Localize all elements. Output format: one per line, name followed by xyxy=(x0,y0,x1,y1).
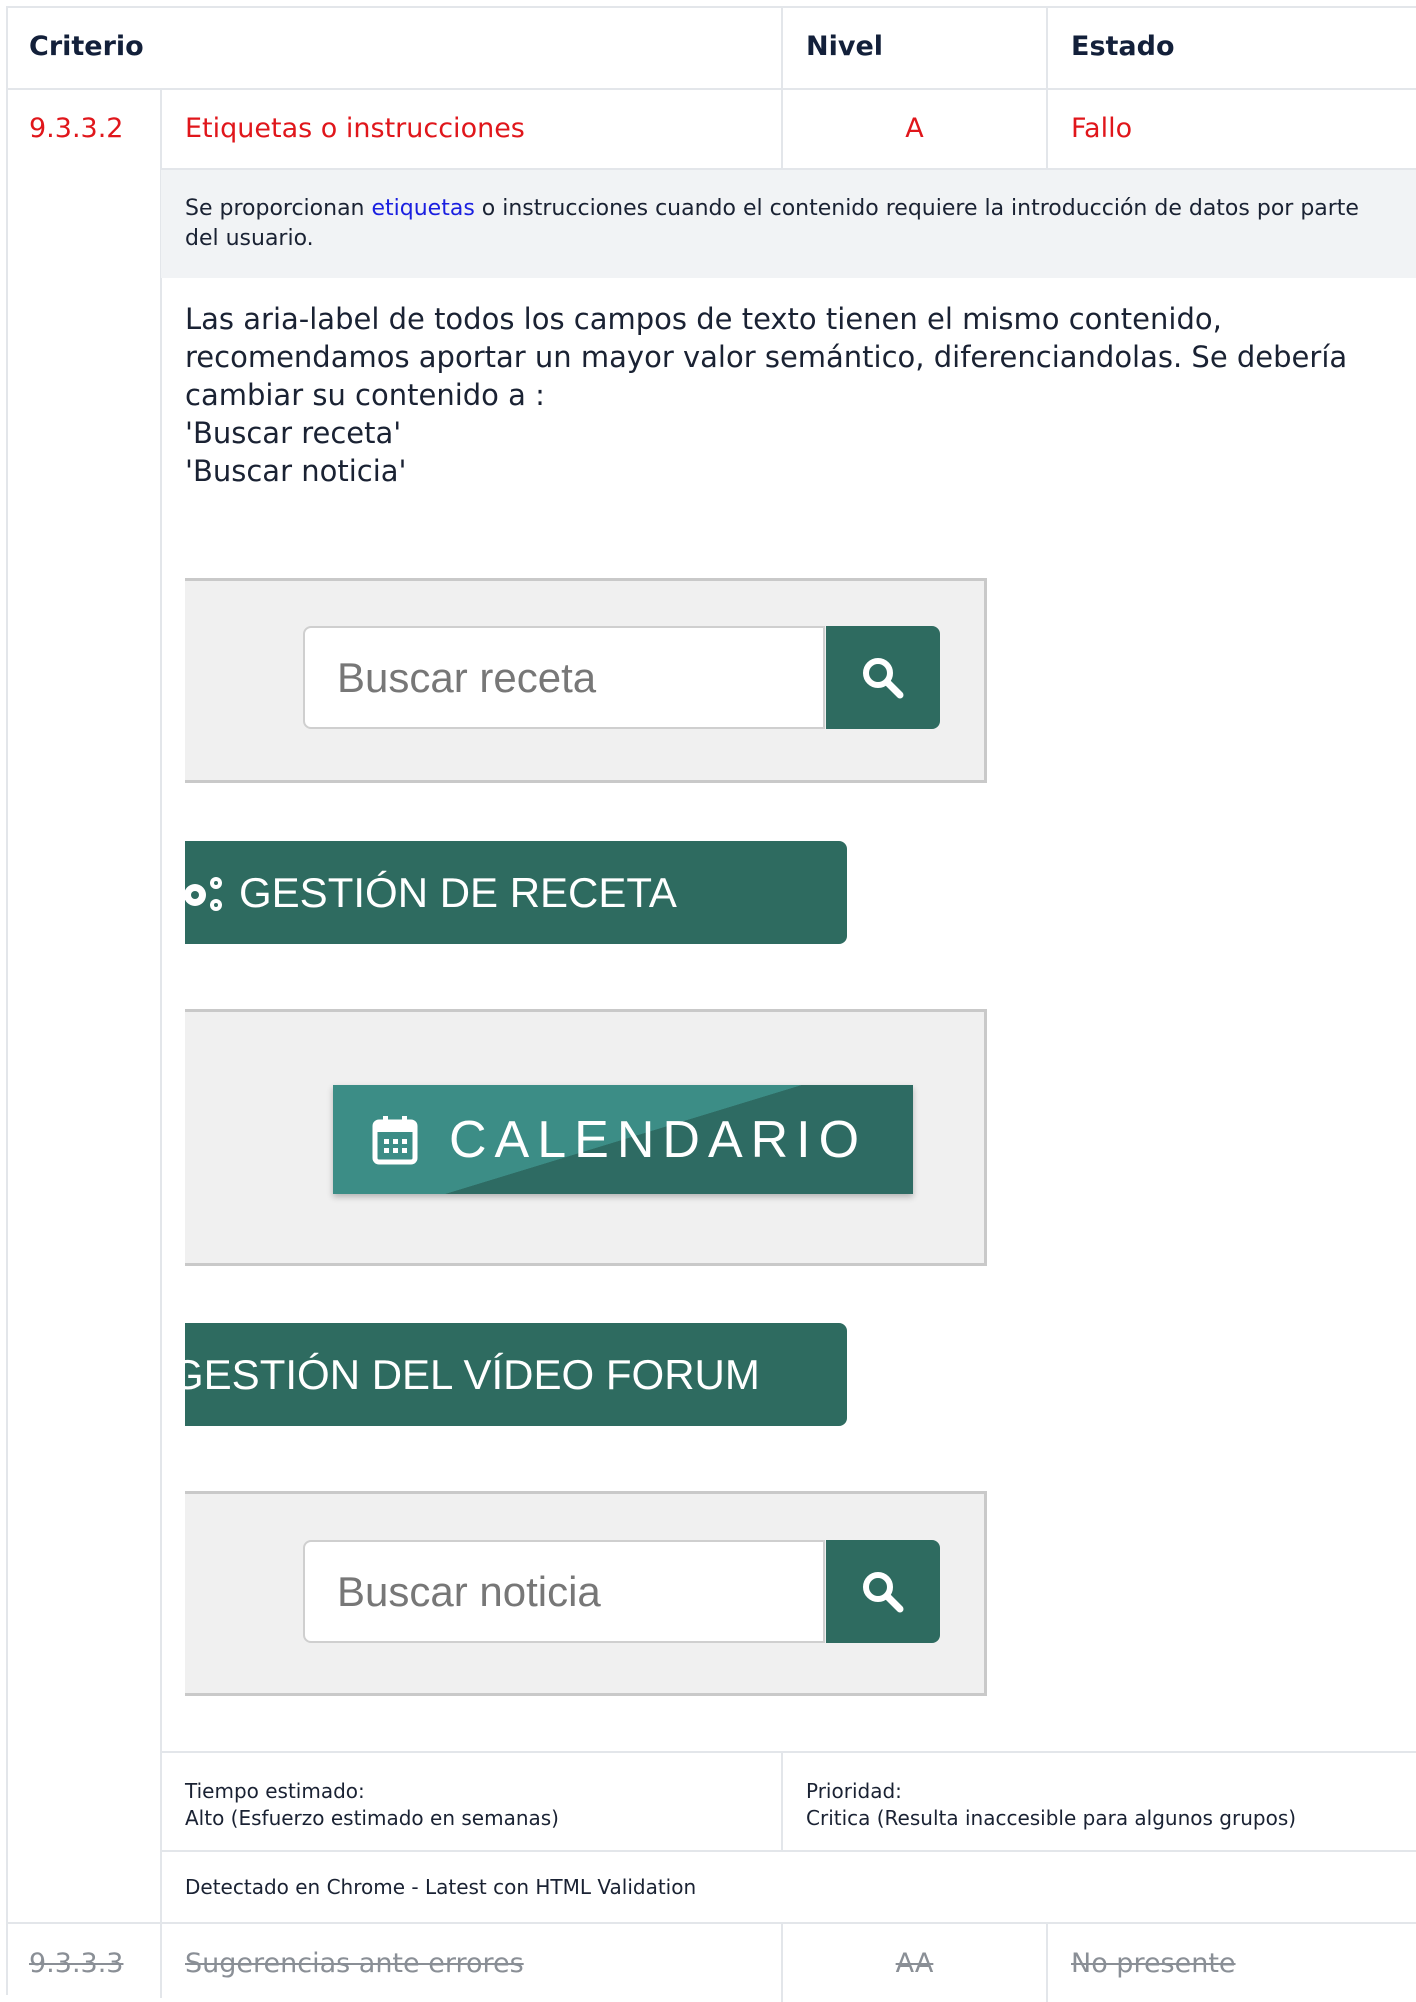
divider xyxy=(160,88,162,1998)
criterion-level: AA xyxy=(895,1948,934,1979)
criterion-description: Se proporcionan etiquetas o instruccione… xyxy=(185,194,1375,254)
banner-text: GESTIÓN DEL VÍDEO FORUM xyxy=(185,1350,760,1398)
criterion-title: Sugerencias ante errores xyxy=(185,1948,524,1979)
note-line: recomendamos aportar un mayor valor semá… xyxy=(185,340,1348,374)
search-placeholder: Buscar noticia xyxy=(337,1567,601,1615)
note-line: cambiar su contenido a : xyxy=(185,378,545,412)
criterion-status: Fallo xyxy=(1071,113,1133,144)
divider xyxy=(161,1850,1416,1852)
header-estado: Estado xyxy=(1071,31,1175,62)
description-text: Se proporcionan xyxy=(185,196,372,221)
criterion-level: A xyxy=(905,113,924,144)
search-button xyxy=(826,1540,940,1643)
divider xyxy=(781,6,783,170)
divider xyxy=(781,1751,783,1851)
criterion-title: Etiquetas o instrucciones xyxy=(185,113,525,144)
screenshot-search-noticia: Buscar noticia xyxy=(185,1491,987,1696)
note-line: 'Buscar noticia' xyxy=(185,454,407,488)
screenshot-banner-receta: GESTIÓN DE RECETA xyxy=(185,841,847,944)
estimated-time-value: Alto (Esfuerzo estimado en semanas) xyxy=(185,1806,559,1830)
auditor-note: Las aria-label de todos los campos de te… xyxy=(185,300,1375,490)
screenshot-banner-video-forum: GESTIÓN DEL VÍDEO FORUM xyxy=(185,1323,847,1426)
detected-in: Detectado en Chrome - Latest con HTML Va… xyxy=(185,1875,697,1899)
divider xyxy=(6,1922,1416,1924)
search-input: Buscar noticia xyxy=(303,1540,825,1643)
estimated-time: Tiempo estimado: Alto (Esfuerzo estimado… xyxy=(185,1778,559,1832)
screenshot-calendario: CALENDARIO xyxy=(185,1009,987,1266)
search-placeholder: Buscar receta xyxy=(337,653,597,701)
priority: Prioridad: Critica (Resulta inaccesible … xyxy=(806,1778,1296,1832)
divider xyxy=(6,88,1416,90)
note-line: Las aria-label de todos los campos de te… xyxy=(185,302,1222,336)
etiquetas-link[interactable]: etiquetas xyxy=(372,196,475,221)
search-button xyxy=(826,626,940,729)
divider xyxy=(1046,6,1048,170)
divider xyxy=(6,6,1416,8)
calendar-banner: CALENDARIO xyxy=(333,1085,913,1194)
header-criterio: Criterio xyxy=(29,31,144,62)
gears-icon xyxy=(185,876,222,911)
priority-value: Critica (Resulta inaccesible para alguno… xyxy=(806,1806,1297,1830)
estimated-time-label: Tiempo estimado: xyxy=(185,1779,365,1803)
header-nivel: Nivel xyxy=(806,31,884,62)
divider xyxy=(161,1751,1416,1753)
divider xyxy=(1046,1922,1048,2002)
banner-text: GESTIÓN DE RECETA xyxy=(239,868,677,916)
search-icon xyxy=(863,1571,904,1612)
priority-label: Prioridad: xyxy=(806,1779,902,1803)
criterion-status: No presente xyxy=(1071,1948,1236,1979)
criterion-code: 9.3.3.3 xyxy=(29,1948,124,1979)
search-icon xyxy=(863,657,904,698)
calendar-icon xyxy=(372,1115,418,1164)
criterion-code: 9.3.3.2 xyxy=(29,113,124,144)
screenshot-search-receta: Buscar receta xyxy=(185,578,987,783)
search-input: Buscar receta xyxy=(303,626,825,729)
calendar-text: CALENDARIO xyxy=(449,1110,868,1169)
note-line: 'Buscar receta' xyxy=(185,416,402,450)
